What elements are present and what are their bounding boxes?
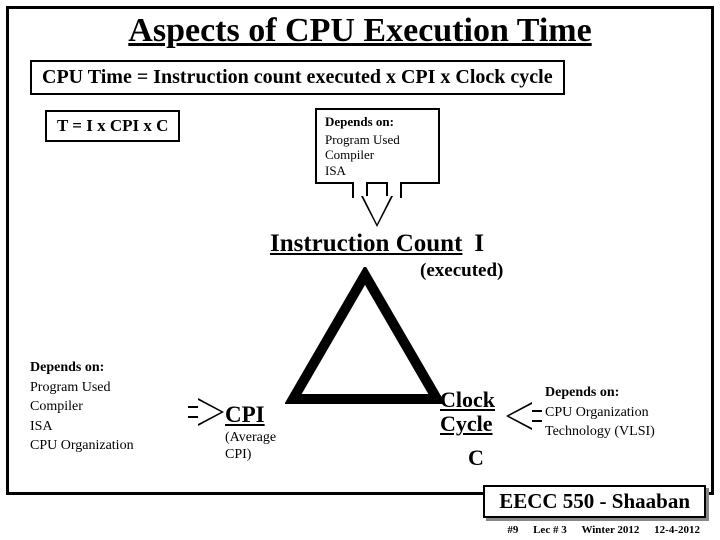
cpi-sub-line: CPI)	[225, 447, 276, 464]
instruction-count-label: Instruction Count I	[270, 230, 484, 258]
footer-meta: #9 Lec # 3 Winter 2012 12-4-2012	[495, 524, 700, 536]
depends-heading: Depends on:	[325, 114, 430, 130]
meta-term: Winter 2012	[581, 524, 639, 536]
depends-line: Program Used	[325, 132, 430, 148]
depends-line: ISA	[30, 417, 190, 437]
triangle-icon	[285, 267, 445, 407]
cpi-sub-line: (Average	[225, 430, 276, 447]
clock-cycle-label: Clock Cycle	[440, 388, 495, 436]
formula-short: T = I x CPI x C	[45, 110, 180, 142]
depends-line: ISA	[325, 163, 430, 179]
depends-left-box: Depends on: Program Used Compiler ISA CP…	[30, 358, 190, 456]
depends-line: Compiler	[325, 147, 430, 163]
depends-line: Program Used	[30, 378, 190, 398]
formula-long: CPU Time = Instruction count executed x …	[30, 60, 565, 95]
cpi-label: CPI	[225, 402, 265, 428]
instruction-count-text: Instruction Count	[270, 230, 462, 257]
meta-date: 12-4-2012	[654, 524, 700, 536]
instruction-I: I	[474, 230, 484, 258]
depends-heading: Depends on:	[30, 358, 190, 378]
arrow-left-icon	[509, 404, 532, 428]
clock-line: Cycle	[440, 412, 495, 436]
meta-lecture: Lec # 3	[533, 524, 567, 536]
arrow-right-icon	[198, 400, 221, 424]
page-title: Aspects of CPU Execution Time	[0, 12, 720, 50]
depends-line: CPU Organization	[30, 436, 190, 456]
arrow-down-icon	[363, 196, 391, 224]
depends-right-box: Depends on: CPU Organization Technology …	[545, 383, 705, 442]
depends-line: Technology (VLSI)	[545, 422, 705, 442]
meta-slide-num: #9	[507, 524, 518, 536]
depends-heading: Depends on:	[545, 383, 705, 403]
clock-line: Clock	[440, 388, 495, 412]
cpi-sublabel: (Average CPI)	[225, 430, 276, 464]
clock-c-label: C	[468, 445, 484, 471]
depends-line: CPU Organization	[545, 403, 705, 423]
footer-course: EECC 550 - Shaaban	[483, 485, 706, 518]
depends-top-box: Depends on: Program Used Compiler ISA	[315, 108, 440, 184]
depends-line: Compiler	[30, 397, 190, 417]
